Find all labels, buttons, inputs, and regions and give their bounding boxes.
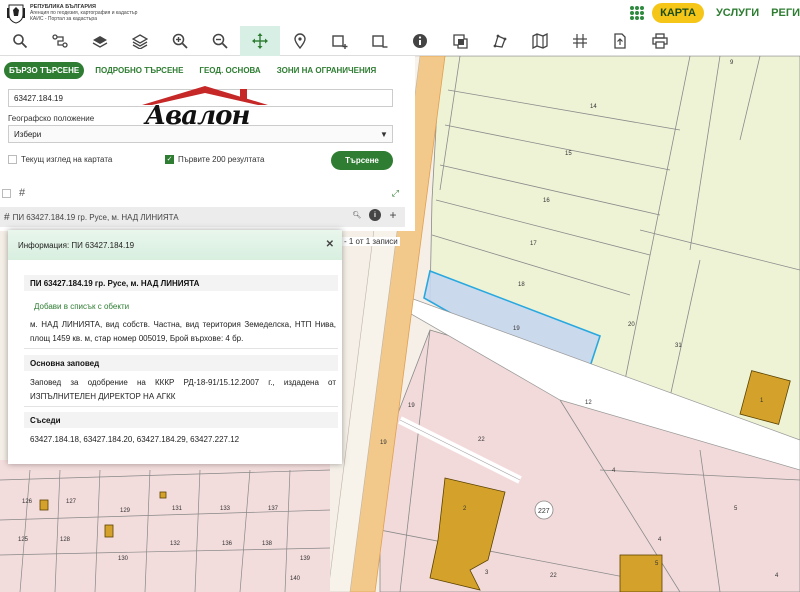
svg-text:129: 129 bbox=[120, 508, 131, 514]
svg-text:16: 16 bbox=[543, 198, 550, 204]
grid-icon[interactable]: # bbox=[19, 187, 25, 199]
geo-position-label: Географско положение bbox=[8, 114, 95, 123]
measure-icon[interactable] bbox=[480, 26, 520, 56]
add-area-icon[interactable] bbox=[320, 26, 360, 56]
map-icon[interactable] bbox=[520, 26, 560, 56]
info-popup: Информация: ПИ 63427.184.19 ✕ ПИ 63427.1… bbox=[8, 230, 342, 464]
grid-icon: # bbox=[4, 211, 10, 223]
export-icon[interactable] bbox=[600, 26, 640, 56]
svg-text:131: 131 bbox=[172, 506, 183, 512]
close-icon[interactable]: ✕ bbox=[326, 239, 334, 250]
apps-grid-icon[interactable] bbox=[630, 6, 645, 20]
checkbox-icon[interactable] bbox=[8, 155, 17, 164]
order-heading: Основна заповед bbox=[24, 355, 338, 371]
select-area-icon[interactable] bbox=[440, 26, 480, 56]
search-button[interactable]: Търсене bbox=[331, 151, 393, 170]
svg-text:127: 127 bbox=[66, 499, 77, 505]
zoom-in-icon[interactable] bbox=[160, 26, 200, 56]
info-icon[interactable]: i bbox=[369, 209, 381, 221]
svg-text:125: 125 bbox=[18, 537, 29, 543]
popup-header: Информация: ПИ 63427.184.19 ✕ bbox=[8, 230, 342, 260]
remove-area-icon[interactable] bbox=[360, 26, 400, 56]
layers-icon[interactable] bbox=[80, 26, 120, 56]
geo-position-value: Избери bbox=[14, 130, 42, 139]
svg-text:12: 12 bbox=[585, 400, 592, 406]
svg-text:227: 227 bbox=[538, 508, 550, 515]
route-icon[interactable] bbox=[40, 26, 80, 56]
logo-line-3: КАИС - Портал за кадастъра bbox=[30, 16, 97, 22]
neighbors-heading: Съседи bbox=[24, 412, 338, 428]
current-view-checkbox[interactable]: Текущ изглед на картата bbox=[8, 155, 112, 164]
map-toolbar bbox=[0, 25, 800, 56]
result-item[interactable]: # ПИ 63427.184.19 гр. Русе, м. НАД ЛИНИЯ… bbox=[0, 207, 405, 227]
current-view-label: Текущ изглед на картата bbox=[21, 155, 113, 164]
svg-text:126: 126 bbox=[22, 499, 33, 505]
svg-text:19: 19 bbox=[380, 440, 387, 446]
expand-icon[interactable]: ⤢ bbox=[392, 188, 399, 199]
first200-label: Първите 200 резултата bbox=[178, 155, 265, 164]
divider bbox=[24, 406, 338, 407]
svg-text:19: 19 bbox=[408, 403, 415, 409]
svg-text:138: 138 bbox=[262, 541, 273, 547]
svg-text:140: 140 bbox=[290, 576, 301, 582]
popup-title: Информация: ПИ 63427.184.19 bbox=[18, 240, 135, 250]
location-pin-icon[interactable] bbox=[280, 26, 320, 56]
svg-text:22: 22 bbox=[550, 573, 557, 579]
nav-registers[interactable]: РЕГИ bbox=[771, 7, 800, 19]
svg-text:22: 22 bbox=[478, 437, 485, 443]
app-header: РЕПУБЛИКА БЪЛГАРИЯ Агенция по геодезия, … bbox=[0, 0, 800, 26]
svg-text:132: 132 bbox=[170, 541, 181, 547]
watermark-text: Авалон bbox=[145, 101, 250, 131]
chevron-down-icon: ▼ bbox=[380, 129, 388, 139]
search-tabs: БЪРЗО ТЪРСЕНЕ ПОДРОБНО ТЪРСЕНЕ ГЕОД. ОСН… bbox=[0, 56, 415, 83]
tab-geodetic-base[interactable]: ГЕОД. ОСНОВА bbox=[194, 62, 265, 79]
add-icon[interactable]: + bbox=[387, 208, 399, 222]
nav-map[interactable]: КАРТА bbox=[652, 3, 704, 23]
svg-text:137: 137 bbox=[268, 506, 279, 512]
divider bbox=[24, 348, 338, 349]
coat-of-arms-icon bbox=[7, 4, 25, 24]
order-text: Заповед за одобрение на КККР РД-18-91/15… bbox=[30, 378, 336, 401]
print-icon[interactable] bbox=[640, 26, 680, 56]
agency-logo[interactable]: РЕПУБЛИКА БЪЛГАРИЯ Агенция по геодезия, … bbox=[0, 2, 137, 24]
avalon-watermark-logo: Авалон bbox=[140, 83, 270, 133]
info-icon[interactable] bbox=[400, 26, 440, 56]
svg-text:19: 19 bbox=[513, 326, 520, 332]
first200-checkbox[interactable]: ✓ Първите 200 резултата bbox=[165, 155, 264, 164]
select-all-checkbox[interactable] bbox=[2, 188, 11, 198]
svg-text:136: 136 bbox=[222, 541, 233, 547]
svg-text:18: 18 bbox=[518, 282, 525, 288]
parcel-heading: ПИ 63427.184.19 гр. Русе, м. НАД ЛИНИЯТА bbox=[24, 275, 338, 291]
tab-restriction-zones[interactable]: ЗОНИ НА ОГРАНИЧЕНИЯ bbox=[272, 62, 382, 79]
svg-text:17: 17 bbox=[530, 241, 537, 247]
svg-text:139: 139 bbox=[300, 556, 311, 562]
layer-stack-icon[interactable] bbox=[120, 26, 160, 56]
tab-quick-search[interactable]: БЪРЗО ТЪРСЕНЕ bbox=[4, 62, 85, 79]
svg-text:133: 133 bbox=[220, 506, 231, 512]
result-item-label: ПИ 63427.184.19 гр. Русе, м. НАД ЛИНИЯТА bbox=[12, 212, 179, 222]
svg-text:15: 15 bbox=[565, 151, 572, 157]
tab-detailed-search[interactable]: ПОДРОБНО ТЪРСЕНЕ bbox=[90, 62, 188, 79]
neighbors-list: 63427.184.18, 63427.184.20, 63427.184.29… bbox=[30, 435, 240, 444]
parcel-description: м. НАД ЛИНИЯТА, вид собств. Частна, вид … bbox=[30, 320, 336, 343]
nav-services[interactable]: УСЛУГИ bbox=[716, 7, 759, 19]
svg-text:31: 31 bbox=[675, 343, 682, 349]
svg-text:20: 20 bbox=[628, 322, 635, 328]
search-icon[interactable] bbox=[0, 26, 40, 56]
crosshair-icon[interactable] bbox=[560, 26, 600, 56]
zoom-to-icon[interactable]: 🔍︎ bbox=[351, 209, 363, 221]
records-count: - 1 от 1 записи bbox=[342, 237, 400, 246]
svg-text:128: 128 bbox=[60, 537, 71, 543]
svg-text:130: 130 bbox=[118, 556, 129, 562]
checked-checkbox-icon[interactable]: ✓ bbox=[165, 155, 174, 164]
zoom-out-icon[interactable] bbox=[200, 26, 240, 56]
svg-text:14: 14 bbox=[590, 104, 597, 110]
pan-icon[interactable] bbox=[240, 25, 280, 56]
add-to-list-link[interactable]: Добави в списък с обекти bbox=[34, 302, 129, 311]
results-header: # ⤢ bbox=[0, 185, 405, 201]
